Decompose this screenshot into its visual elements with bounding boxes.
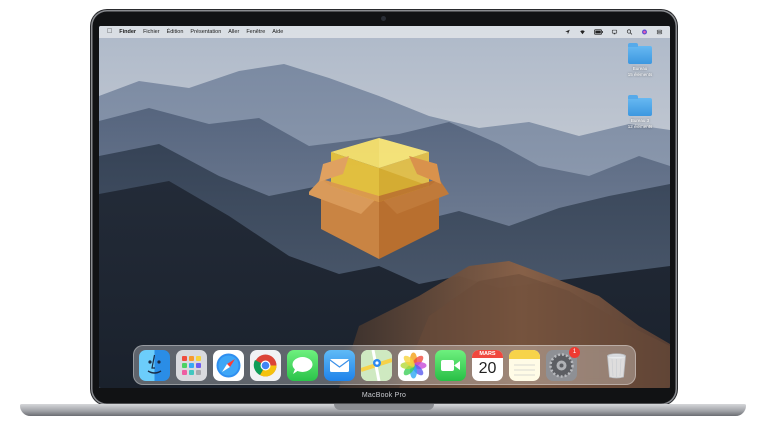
menu-edition[interactable]: Édition	[167, 26, 184, 38]
notes-icon	[509, 349, 540, 375]
safari-icon	[216, 353, 241, 377]
camera-icon	[381, 16, 386, 21]
dock-safari[interactable]	[213, 349, 244, 381]
menu-aide[interactable]: Aide	[272, 26, 283, 38]
folder-icon	[628, 95, 652, 116]
dock-mail[interactable]	[324, 349, 355, 381]
wifi-icon[interactable]	[579, 29, 586, 35]
dock: MARS 20 1	[133, 345, 636, 385]
trash-icon	[607, 352, 626, 378]
dock-photos[interactable]	[398, 349, 429, 381]
search-icon[interactable]	[626, 29, 633, 35]
mail-icon	[329, 358, 350, 372]
dock-plans[interactable]	[361, 349, 392, 381]
siri-icon[interactable]	[641, 29, 648, 35]
notification-badge: 1	[569, 346, 580, 358]
messages-icon	[292, 356, 313, 374]
device-label: MacBook Pro	[361, 392, 407, 399]
dock-finder[interactable]	[139, 349, 170, 381]
package-installer-icon	[309, 138, 449, 259]
control-center-icon[interactable]	[656, 29, 663, 35]
dock-system-preferences[interactable]: 1	[546, 346, 580, 381]
menu-fichier[interactable]: Fichier	[143, 26, 160, 38]
calendar-day: 20	[478, 359, 497, 377]
photos-icon	[400, 352, 427, 378]
dock-chrome[interactable]	[250, 349, 281, 381]
desktop-screen[interactable]:  Finder Fichier Édition Présentation Al…	[99, 26, 670, 388]
folder-icon	[628, 43, 652, 64]
desktop-folder-bureau[interactable]: Bureau 15 éléments	[620, 43, 660, 77]
finder-icon	[147, 354, 162, 374]
battery-icon[interactable]	[594, 29, 603, 35]
launchpad-icon	[182, 355, 201, 375]
menu-aller[interactable]: Aller	[228, 26, 239, 38]
chrome-icon	[253, 354, 277, 376]
menu-bar:  Finder Fichier Édition Présentation Al…	[99, 26, 670, 38]
menu-finder[interactable]: Finder	[119, 26, 136, 38]
apple-logo-icon[interactable]: 	[107, 26, 112, 38]
calendar-month: MARS	[472, 349, 503, 358]
facetime-icon	[441, 359, 460, 371]
desktop-folder-bureau-3[interactable]: Bureau 3 12 éléments	[620, 95, 660, 129]
dock-facetime[interactable]	[435, 349, 466, 381]
dock-trash[interactable]	[601, 350, 632, 381]
maps-icon	[361, 349, 392, 381]
folder-count: 15 éléments	[627, 71, 653, 77]
dock-calendar[interactable]: MARS 20	[472, 349, 503, 381]
dock-messages[interactable]	[287, 349, 318, 381]
menu-presentation[interactable]: Présentation	[190, 26, 221, 38]
location-icon[interactable]	[564, 29, 571, 35]
folder-count: 12 éléments	[627, 123, 653, 129]
laptop-notch	[334, 404, 434, 410]
dock-launchpad[interactable]	[176, 349, 207, 381]
dock-notes[interactable]	[509, 349, 540, 381]
display-icon[interactable]	[611, 29, 618, 35]
menu-fenetre[interactable]: Fenêtre	[246, 26, 265, 38]
